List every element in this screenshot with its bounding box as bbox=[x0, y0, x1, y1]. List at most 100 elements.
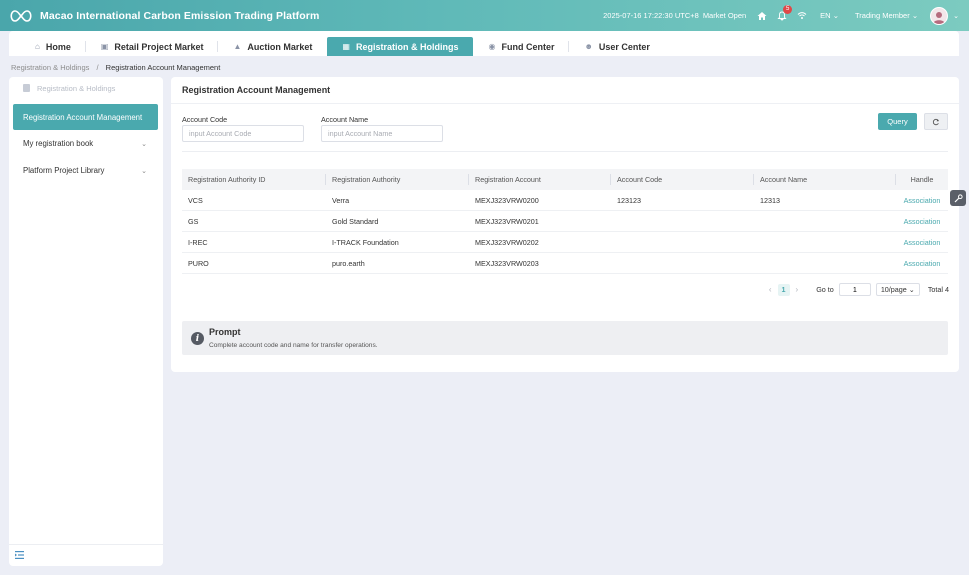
tab-home[interactable]: ⌂ Home bbox=[20, 37, 86, 56]
sidebar-item-label: Platform Project Library bbox=[23, 166, 105, 175]
account-name-input[interactable] bbox=[321, 125, 443, 142]
breadcrumb: Registration & Holdings / Registration A… bbox=[11, 63, 220, 72]
gavel-icon: ▲ bbox=[233, 42, 242, 51]
page-size-select[interactable]: 10/page ⌄ bbox=[875, 283, 920, 296]
tab-label: Registration & Holdings bbox=[355, 41, 459, 52]
total-count: Total 4 bbox=[927, 285, 949, 294]
cell-authority-id: GS bbox=[188, 216, 199, 226]
column-header: Account Name bbox=[754, 169, 896, 190]
sidebar-header-label: Registration & Holdings bbox=[37, 83, 116, 93]
association-link[interactable]: Association bbox=[896, 253, 948, 273]
column-header: Handle bbox=[910, 175, 934, 184]
association-link[interactable]: Association bbox=[896, 232, 948, 252]
account-code-input[interactable] bbox=[182, 125, 304, 142]
cell-account: MEXJ323VRW0202 bbox=[475, 237, 539, 247]
sidebar: Registration & Holdings Registration Acc… bbox=[9, 77, 163, 566]
chevron-down-icon: ⌄ bbox=[141, 167, 147, 175]
reset-button[interactable] bbox=[924, 113, 948, 130]
avatar[interactable] bbox=[930, 6, 949, 25]
goto-label: Go to bbox=[816, 285, 834, 294]
bell-icon[interactable]: 5 bbox=[776, 4, 793, 22]
cell-account-name bbox=[754, 232, 896, 252]
pagination: ‹ 1 › Go to 10/page ⌄ Total 4 bbox=[763, 283, 949, 296]
prompt-text: Complete account code and name for trans… bbox=[209, 342, 378, 349]
app-title: Macao International Carbon Emission Trad… bbox=[40, 9, 320, 22]
cell-account-code: 123123 bbox=[617, 195, 641, 205]
tab-user-center[interactable]: ☻ User Center bbox=[569, 37, 664, 56]
cell-authority: Gold Standard bbox=[332, 216, 379, 226]
tab-label: Retail Project Market bbox=[114, 41, 204, 52]
account-table: Registration Authority ID Registration A… bbox=[182, 169, 948, 274]
account-name-label: Account Name bbox=[321, 115, 369, 124]
chevron-down-icon: ⌄ bbox=[141, 140, 147, 148]
tab-label: Fund Center bbox=[501, 41, 555, 52]
language-switch[interactable]: EN ⌄ bbox=[820, 11, 839, 20]
association-link[interactable]: Association bbox=[896, 211, 948, 231]
table-row: PURO puro.earth MEXJ323VRW0203 Associati… bbox=[182, 253, 948, 274]
divider bbox=[182, 151, 948, 152]
cell-account-code bbox=[611, 253, 754, 273]
column-header: Registration Authority ID bbox=[182, 169, 326, 190]
cell-authority: Verra bbox=[332, 195, 350, 205]
page-size-label: 10/page bbox=[880, 285, 907, 294]
table-header: Registration Authority ID Registration A… bbox=[182, 169, 948, 190]
column-header: Account Code bbox=[611, 169, 754, 190]
table-row: I-REC I-TRACK Foundation MEXJ323VRW0202 … bbox=[182, 232, 948, 253]
fund-icon: ◉ bbox=[488, 42, 496, 51]
tab-fund-center[interactable]: ◉ Fund Center bbox=[473, 37, 570, 56]
query-button[interactable]: Query bbox=[878, 113, 917, 130]
notification-badge: 5 bbox=[783, 4, 793, 14]
cell-authority-id: I-REC bbox=[188, 237, 208, 247]
breadcrumb-current: Registration Account Management bbox=[105, 63, 221, 72]
tools-icon[interactable] bbox=[950, 190, 966, 206]
logo-icon[interactable] bbox=[9, 8, 33, 24]
header-right: 2025-07-16 17:22:30 UTC+8 Market Open 5 … bbox=[603, 0, 959, 31]
prompt-title: Prompt bbox=[209, 327, 241, 337]
cell-account-name: 12313 bbox=[760, 195, 780, 205]
collapse-menu-icon[interactable] bbox=[15, 550, 24, 561]
chevron-right-icon[interactable]: › bbox=[796, 285, 799, 294]
sidebar-item-platform-project-library[interactable]: Platform Project Library ⌄ bbox=[9, 157, 163, 184]
tab-registration-holdings[interactable]: ▦ Registration & Holdings bbox=[327, 37, 474, 56]
header-datetime: 2025-07-16 17:22:30 UTC+8 bbox=[603, 11, 699, 20]
sidebar-footer bbox=[9, 544, 163, 566]
chevron-down-icon[interactable]: ⌄ bbox=[953, 12, 959, 20]
sidebar-item-registration-account-management[interactable]: Registration Account Management bbox=[13, 104, 158, 130]
page-title: Registration Account Management bbox=[171, 77, 959, 104]
tab-label: Auction Market bbox=[247, 41, 313, 52]
tab-auction-market[interactable]: ▲ Auction Market bbox=[218, 37, 327, 56]
table-row: VCS Verra MEXJ323VRW0200 123123 12313 As… bbox=[182, 190, 948, 211]
cell-authority-id: PURO bbox=[188, 258, 209, 268]
home-icon[interactable] bbox=[756, 10, 768, 22]
sidebar-item-my-registration-book[interactable]: My registration book ⌄ bbox=[9, 130, 163, 157]
refresh-icon bbox=[932, 118, 939, 125]
cell-account-name bbox=[754, 253, 896, 273]
column-header: Registration Account bbox=[469, 169, 611, 190]
cell-authority: I-TRACK Foundation bbox=[332, 237, 399, 247]
cell-account-code bbox=[611, 232, 754, 252]
chevron-down-icon: ⌄ bbox=[832, 11, 839, 20]
chevron-left-icon[interactable]: ‹ bbox=[769, 285, 772, 294]
top-header: Macao International Carbon Emission Trad… bbox=[0, 0, 969, 31]
account-code-label: Account Code bbox=[182, 115, 228, 124]
member-menu[interactable]: Trading Member ⌄ bbox=[855, 11, 918, 20]
document-icon: ▦ bbox=[342, 42, 350, 51]
breadcrumb-parent[interactable]: Registration & Holdings bbox=[11, 63, 89, 72]
member-label: Trading Member bbox=[854, 11, 910, 20]
page-number[interactable]: 1 bbox=[777, 283, 790, 296]
tab-retail-project-market[interactable]: ▣ Retail Project Market bbox=[86, 37, 219, 56]
chevron-down-icon: ⌄ bbox=[911, 11, 919, 20]
home-icon: ⌂ bbox=[35, 42, 40, 51]
market-status: Market Open bbox=[702, 11, 747, 20]
cell-account: MEXJ323VRW0200 bbox=[475, 195, 539, 205]
main-nav: ⌂ Home ▣ Retail Project Market ▲ Auction… bbox=[9, 31, 959, 56]
goto-page-input[interactable] bbox=[838, 283, 871, 296]
store-icon: ▣ bbox=[100, 42, 109, 51]
cell-account: MEXJ323VRW0203 bbox=[475, 258, 539, 268]
prompt-box: i Prompt Complete account code and name … bbox=[182, 321, 948, 355]
cell-account-code bbox=[611, 211, 754, 231]
tab-label: Home bbox=[45, 41, 71, 52]
main-panel: Registration Account Management Account … bbox=[171, 77, 959, 372]
table-row: GS Gold Standard MEXJ323VRW0201 Associat… bbox=[182, 211, 948, 232]
association-link[interactable]: Association bbox=[896, 190, 948, 210]
